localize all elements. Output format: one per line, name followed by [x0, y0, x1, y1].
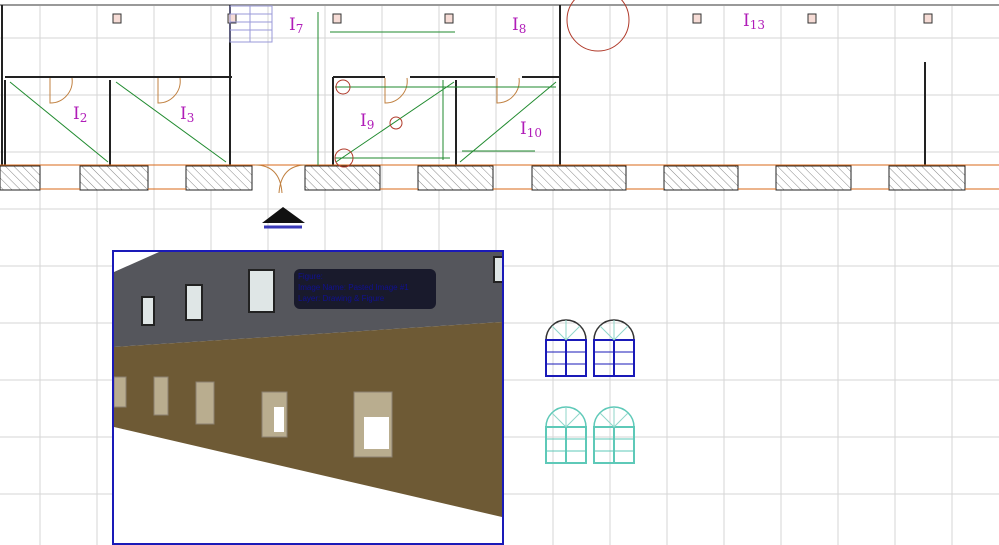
- dimension-lines: [9, 12, 557, 165]
- image-tooltip: Figure: Image Name: Pasted Image #1 Laye…: [294, 269, 436, 309]
- tooltip-figure-label: Figure:: [298, 272, 323, 281]
- walls[interactable]: [0, 5, 999, 166]
- wall-segment[interactable]: [79, 165, 149, 191]
- room-label-i10: I10: [520, 119, 542, 140]
- arched-window-icon[interactable]: [545, 319, 587, 377]
- wall-segment[interactable]: [304, 165, 381, 191]
- arched-window-icon[interactable]: [545, 406, 587, 464]
- room-label-i3: I3: [180, 104, 194, 125]
- wall-segment[interactable]: [185, 165, 253, 191]
- room-label-i7: I7: [289, 15, 303, 36]
- wall-segment[interactable]: [888, 165, 966, 191]
- arched-window-icon[interactable]: [593, 319, 635, 377]
- room-label-i13: I13: [743, 11, 765, 32]
- pasted-image-figure[interactable]: Figure: Image Name: Pasted Image #1 Laye…: [112, 250, 504, 545]
- wall-segment[interactable]: [0, 165, 41, 191]
- stair[interactable]: [229, 5, 273, 43]
- room-labels: I2 I3 I7 I8 I9 I10 I13: [73, 11, 765, 140]
- arched-window-icon[interactable]: [593, 406, 635, 464]
- room-label-i8: I8: [512, 15, 526, 36]
- wall-segment[interactable]: [663, 165, 739, 191]
- tooltip-image-name: Image Name: Pasted Image #1: [298, 283, 409, 292]
- room-label-i9: I9: [360, 111, 374, 132]
- wall-segment[interactable]: [775, 165, 852, 191]
- window-symbols[interactable]: [545, 319, 635, 464]
- wall-segment[interactable]: [417, 165, 494, 191]
- wall-segment[interactable]: [531, 165, 627, 191]
- tooltip-layer: Layer: Drawing & Figure: [298, 294, 385, 303]
- room-label-i2: I2: [73, 104, 87, 125]
- exterior-wall-segments[interactable]: [0, 165, 999, 191]
- circle-markers: [334, 0, 630, 168]
